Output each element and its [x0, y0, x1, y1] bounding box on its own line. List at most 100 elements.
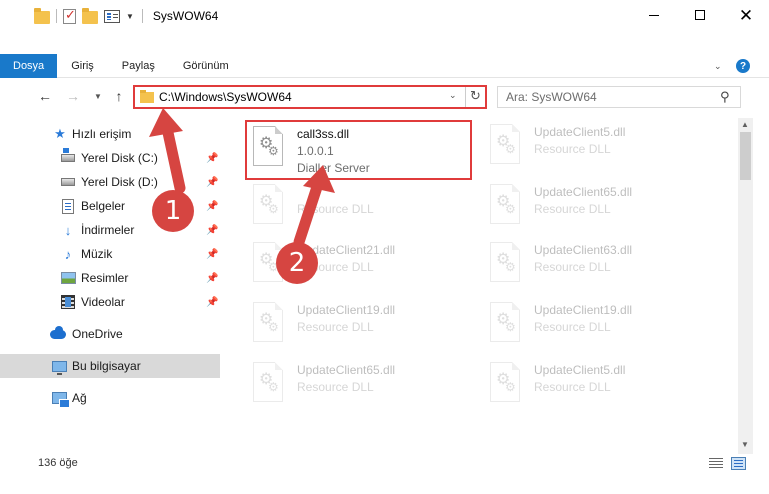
- sidebar-item-local-disk-d[interactable]: Yerel Disk (D:) 📌: [0, 170, 220, 194]
- file-item[interactable]: ⚙ ⚙ Resource DLL: [247, 180, 473, 238]
- file-name: UpdateClient65.dll: [534, 185, 633, 199]
- toolbar-divider: [56, 9, 57, 23]
- file-name: UpdateClient63.dll: [534, 243, 633, 257]
- onedrive-cloud-icon: [50, 325, 66, 342]
- local-disk-c-icon: [60, 148, 76, 166]
- title-bar: ▼ SysWOW64 ✕: [0, 0, 769, 30]
- pin-icon[interactable]: 📌: [206, 201, 218, 212]
- dll-file-icon: ⚙ ⚙: [490, 362, 524, 406]
- ribbon-tabs: Dosya Giriş Paylaş Görünüm: [0, 54, 243, 78]
- sidebar-item-label: İndirmeler: [81, 223, 135, 237]
- close-icon: ✕: [738, 5, 754, 25]
- details-view-icon[interactable]: [709, 458, 723, 469]
- pin-icon[interactable]: 📌: [206, 249, 218, 260]
- file-item-call3ss[interactable]: ⚙ ⚙ call3ss.dll 1.0.0.1 Dialler Server: [245, 120, 472, 180]
- sidebar-item-network[interactable]: Ağ: [0, 386, 220, 410]
- address-divider: [465, 87, 466, 107]
- help-icon[interactable]: ?: [736, 59, 750, 73]
- file-item[interactable]: ⚙ ⚙ UpdateClient19.dll Resource DLL: [247, 298, 473, 356]
- file-description: Dialler Server: [297, 161, 370, 175]
- pin-icon[interactable]: 📌: [206, 225, 218, 236]
- sidebar-item-label: Ağ: [72, 391, 87, 405]
- file-description: Resource DLL: [534, 260, 611, 274]
- scroll-down-arrow-icon[interactable]: ▼: [741, 440, 749, 449]
- pictures-icon: [60, 270, 76, 286]
- sidebar-item-pictures[interactable]: Resimler 📌: [0, 266, 220, 290]
- quick-access-toolbar: ▼ SysWOW64: [34, 7, 218, 25]
- music-icon: ♪: [64, 246, 72, 262]
- sidebar-item-onedrive[interactable]: OneDrive: [0, 322, 220, 346]
- file-item[interactable]: ⚙ ⚙ UpdateClient5.dll Resource DLL: [484, 358, 710, 416]
- address-history-chevron-icon[interactable]: ⌄: [449, 90, 457, 101]
- customize-toolbar-chevron-icon[interactable]: ▼: [126, 12, 134, 21]
- new-folder-icon[interactable]: [82, 7, 98, 24]
- scrollbar-thumb[interactable]: [740, 132, 751, 180]
- file-description: Resource DLL: [297, 320, 374, 334]
- vertical-scrollbar[interactable]: ▲ ▼: [738, 118, 753, 454]
- network-icon: [51, 390, 70, 408]
- dll-file-icon: ⚙ ⚙: [490, 124, 524, 168]
- file-item[interactable]: ⚙ ⚙ UpdateClient19.dll Resource DLL: [484, 298, 710, 356]
- forward-arrow-icon[interactable]: →: [65, 87, 81, 105]
- sidebar-item-this-pc[interactable]: Bu bilgisayar: [0, 354, 220, 378]
- scroll-up-arrow-icon[interactable]: ▲: [741, 120, 749, 129]
- title-divider: [141, 9, 143, 23]
- tab-share[interactable]: Paylaş: [108, 54, 169, 78]
- file-description: Resource DLL: [534, 380, 611, 394]
- sidebar-item-label: Müzik: [81, 247, 113, 261]
- sidebar-item-label: OneDrive: [72, 327, 123, 341]
- sidebar-item-quick-access[interactable]: ★ Hızlı erişim: [0, 122, 220, 146]
- file-name: UpdateClient5.dll: [534, 125, 626, 139]
- large-icons-view-icon[interactable]: [731, 457, 746, 470]
- minimize-button[interactable]: [631, 0, 677, 30]
- search-icon[interactable]: ⚲: [720, 89, 730, 105]
- pin-icon[interactable]: 📌: [206, 177, 218, 188]
- tab-file[interactable]: Dosya: [0, 54, 58, 78]
- item-count: 136 öğe: [38, 457, 78, 469]
- back-arrow-icon[interactable]: ←: [37, 87, 53, 105]
- up-arrow-icon[interactable]: ↑: [111, 87, 127, 105]
- file-item[interactable]: ⚙ ⚙ UpdateClient63.dll Resource DLL: [484, 238, 710, 296]
- recent-locations-chevron-icon[interactable]: ▼: [90, 87, 106, 105]
- pin-icon[interactable]: 📌: [206, 297, 218, 308]
- search-input[interactable]: Ara: SysWOW64 ⚲: [497, 86, 741, 108]
- pin-icon[interactable]: 📌: [206, 153, 218, 164]
- tab-home[interactable]: Giriş: [57, 54, 108, 78]
- window-title: SysWOW64: [152, 9, 219, 23]
- dll-file-icon: ⚙ ⚙: [490, 184, 524, 228]
- downloads-icon: ↓: [64, 222, 72, 238]
- sidebar-item-label: Belgeler: [81, 199, 126, 213]
- folder-icon: [140, 90, 154, 103]
- sidebar-item-label: Videolar: [81, 295, 125, 309]
- maximize-button[interactable]: [677, 0, 723, 30]
- file-description: Resource DLL: [534, 142, 611, 156]
- file-description: Resource DLL: [534, 202, 611, 216]
- dll-file-icon: ⚙ ⚙: [253, 126, 287, 170]
- tab-view[interactable]: Görünüm: [169, 54, 243, 78]
- local-disk-d-icon: [60, 174, 76, 190]
- folder-icon[interactable]: [34, 7, 50, 24]
- properties-check-icon[interactable]: [63, 7, 76, 24]
- step-2-badge: 2: [276, 242, 318, 284]
- file-item[interactable]: ⚙ ⚙ UpdateClient65.dll Resource DLL: [247, 358, 473, 416]
- file-name: UpdateClient5.dll: [534, 363, 626, 377]
- sidebar-item-music[interactable]: ♪ Müzik 📌: [0, 242, 220, 266]
- sidebar-item-label: Bu bilgisayar: [72, 359, 141, 373]
- close-button[interactable]: ✕: [723, 0, 769, 30]
- search-placeholder: Ara: SysWOW64: [506, 90, 597, 104]
- address-path[interactable]: C:\Windows\SysWOW64: [159, 89, 292, 105]
- pin-icon[interactable]: 📌: [206, 273, 218, 284]
- file-item[interactable]: ⚙ ⚙ UpdateClient65.dll Resource DLL: [484, 180, 710, 238]
- refresh-icon[interactable]: ↻: [470, 88, 481, 104]
- view-properties-icon[interactable]: [104, 9, 120, 23]
- file-item[interactable]: ⚙ ⚙ UpdateClient5.dll Resource DLL: [484, 120, 710, 178]
- sidebar-item-label: Yerel Disk (D:): [81, 175, 158, 189]
- this-pc-icon: [51, 358, 67, 375]
- address-bar[interactable]: C:\Windows\SysWOW64 ⌄ ↻: [133, 85, 487, 109]
- dll-file-icon: ⚙ ⚙: [490, 242, 524, 286]
- sidebar-item-local-disk-c[interactable]: Yerel Disk (C:) 📌: [0, 146, 220, 170]
- sidebar-item-videos[interactable]: Videolar 📌: [0, 290, 220, 314]
- file-version: 1.0.0.1: [297, 144, 334, 158]
- expand-ribbon-chevron-icon[interactable]: ⌄: [714, 59, 722, 73]
- sidebar-item-label: Hızlı erişim: [72, 127, 132, 141]
